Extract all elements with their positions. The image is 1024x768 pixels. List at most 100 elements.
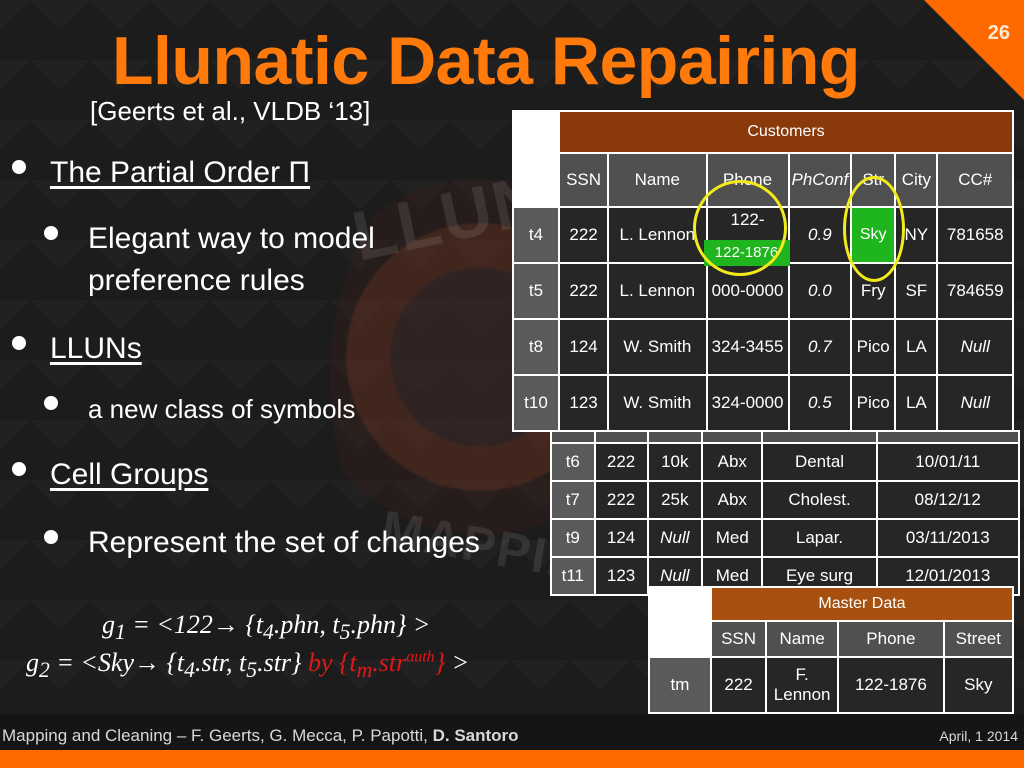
- row-id: tm: [650, 658, 710, 712]
- column-header: Phone: [839, 622, 943, 656]
- cell: 08/12/12: [877, 482, 1018, 518]
- row-id: t10: [514, 376, 558, 430]
- cell: 324-0000: [707, 376, 788, 430]
- cell: 10/01/11: [877, 444, 1018, 480]
- table-row: t7 222 25k Abx Cholest. 08/12/12: [552, 482, 1018, 518]
- table-row: t10 123 W. Smith 324-0000 0.5 Pico LA Nu…: [514, 376, 1012, 430]
- bullet-dot-icon: [12, 160, 26, 174]
- formula-part: g: [26, 648, 39, 677]
- cell: 123: [595, 558, 647, 594]
- citation: [Geerts et al., VLDB ‘13]: [90, 96, 371, 126]
- bullet-elegant-way: Elegant way to model preference rules: [44, 218, 444, 302]
- cell: 124: [560, 320, 608, 374]
- bullet-text: Cell Groups: [50, 458, 209, 491]
- formula-part: .str: [372, 648, 407, 677]
- footer-authors-plain: Mapping and Cleaning – F. Geerts, G. Mec…: [2, 726, 433, 745]
- formula-part: 4: [184, 658, 195, 683]
- table-row: t8 124 W. Smith 324-3455 0.7 Pico LA Nul…: [514, 320, 1012, 374]
- slide-title: Llunatic Data Repairing: [112, 23, 860, 99]
- master-data-table: Master Data SSN Name Phone Street tm 222…: [648, 586, 1014, 714]
- cell: 0.0: [789, 264, 851, 318]
- cell: 124: [595, 520, 647, 556]
- cell: Sky: [944, 658, 1012, 712]
- column-header: SSN: [712, 622, 766, 656]
- cell: 222: [560, 264, 608, 318]
- cell: W. Smith: [609, 320, 706, 374]
- cell: 0.7: [789, 320, 851, 374]
- cell: Dental: [763, 444, 876, 480]
- bullet-partial-order: The Partial Order Π: [12, 156, 310, 190]
- column-header: Street: [944, 622, 1012, 656]
- cell: Pico: [852, 320, 895, 374]
- table-row: t5 222 L. Lennon 000-0000 0.0 Fry SF 784…: [514, 264, 1012, 318]
- footer-authors-bold: D. Santoro: [432, 726, 519, 745]
- cell: 222: [595, 444, 647, 480]
- bullet-lluns: LLUNs: [12, 332, 142, 366]
- bullet-text: The Partial Order Π: [50, 156, 311, 189]
- cell: LA: [896, 376, 937, 430]
- formula-part: .phn} >: [350, 610, 431, 639]
- formula-part: g: [102, 610, 115, 639]
- column-header: CC#: [938, 154, 1012, 206]
- cell: Null: [938, 376, 1012, 430]
- formula-g2: g2 = <Sky→ {t4.str, t5.str} by {tm.strau…: [26, 648, 469, 683]
- cell: 0.5: [789, 376, 851, 430]
- column-header: SSN: [560, 154, 608, 206]
- phone-highlight-ring: [693, 180, 787, 276]
- cell: F. Lennon: [767, 658, 838, 712]
- formula-part: auth: [406, 648, 435, 666]
- formula-part: m: [356, 658, 373, 683]
- cell: L. Lennon: [609, 208, 706, 262]
- footer-authors: Mapping and Cleaning – F. Geerts, G. Mec…: [2, 726, 519, 746]
- page-number: 26: [987, 22, 1010, 44]
- bullet-text: LLUNs: [50, 332, 142, 365]
- formula-part: .str, t: [194, 648, 247, 677]
- row-id: t11: [552, 558, 594, 594]
- formula-part: 5: [339, 620, 351, 645]
- formula-part: by {t: [307, 648, 357, 677]
- column-header: City: [896, 154, 937, 206]
- cell: 0.9: [789, 208, 851, 262]
- row-id: t8: [514, 320, 558, 374]
- cell: Abx: [703, 444, 762, 480]
- customers-table: Customers SSN Name Phone PhConf Str City…: [512, 110, 1014, 432]
- cell: Lapar.: [763, 520, 876, 556]
- bullet-text: a new class of symbols: [88, 394, 356, 424]
- treatments-table: t6 222 10k Abx Dental 10/01/11 t7 222 25…: [550, 430, 1020, 596]
- cell: 122-1876: [839, 658, 943, 712]
- bullet-dot-icon: [12, 336, 26, 350]
- bullet-text: Represent the set of changes: [88, 526, 480, 559]
- cell: Med: [703, 520, 762, 556]
- row-id: t6: [552, 444, 594, 480]
- table-row: t6 222 10k Abx Dental 10/01/11: [552, 444, 1018, 480]
- bullet-cell-groups: Cell Groups: [12, 458, 208, 492]
- cell: 781658: [938, 208, 1012, 262]
- bullet-dot-icon: [44, 226, 58, 240]
- bullet-dot-icon: [44, 530, 58, 544]
- cell: LA: [896, 320, 937, 374]
- cell: 123: [560, 376, 608, 430]
- formula-part: >: [445, 648, 470, 677]
- cell: Pico: [852, 376, 895, 430]
- cell: Cholest.: [763, 482, 876, 518]
- table-row: tm 222 F. Lennon 122-1876 Sky: [650, 658, 1012, 712]
- cell: Null: [648, 520, 702, 556]
- cell: 222: [712, 658, 766, 712]
- bullet-dot-icon: [44, 396, 58, 410]
- bullet-text: Elegant way to model preference rules: [88, 222, 375, 297]
- formula-part: 2: [39, 658, 50, 683]
- authoritative-clause: by {tm.strauth}: [307, 648, 445, 682]
- cell: 222: [560, 208, 608, 262]
- cell: 222: [595, 482, 647, 518]
- row-id: t7: [552, 482, 594, 518]
- formula-part: 1: [115, 620, 126, 645]
- column-header: Name: [609, 154, 706, 206]
- accent-bar: [0, 750, 1024, 768]
- cell: 03/11/2013: [877, 520, 1018, 556]
- cell: Abx: [703, 482, 762, 518]
- master-title: Master Data: [712, 588, 1012, 620]
- formula-part: 4: [263, 620, 274, 645]
- header-row: SSN Name Phone Street: [650, 622, 1012, 656]
- formula-part: 5: [246, 658, 258, 683]
- cell: 25k: [648, 482, 702, 518]
